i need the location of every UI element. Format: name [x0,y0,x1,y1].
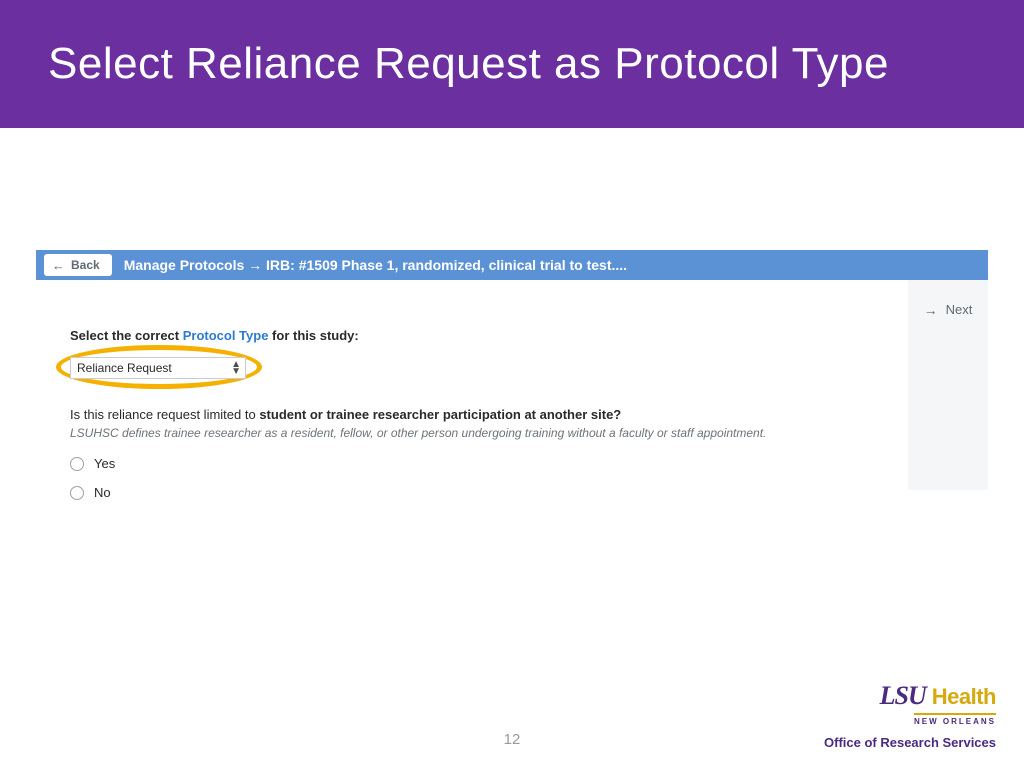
breadcrumb: Manage Protocols → IRB: #1509 Phase 1, r… [124,257,627,273]
health-text: Health [932,684,996,710]
radio-icon [70,457,84,471]
app-body: Select the correct Protocol Type for thi… [36,280,988,544]
radio-yes-label: Yes [94,456,115,471]
next-button[interactable]: → Next [908,280,988,490]
radio-icon [70,486,84,500]
city-text: NEW ORLEANS [914,713,996,726]
reliance-helper-text: LSUHSC defines trainee researcher as a r… [70,426,898,440]
slide-title-bar: Select Reliance Request as Protocol Type [0,0,1024,128]
question-bold: student or trainee researcher participat… [259,407,621,422]
back-button-label: Back [71,258,100,272]
prompt-suffix: for this study: [268,328,358,343]
arrow-right-icon: → [924,302,938,318]
office-text: Office of Research Services [824,735,996,750]
protocol-type-select[interactable]: Reliance Request ▲▼ [70,357,246,379]
protocol-type-select-wrap: Reliance Request ▲▼ [70,357,246,379]
app-screenshot: ← Back Manage Protocols → IRB: #1509 Pha… [36,250,988,544]
app-header: ← Back Manage Protocols → IRB: #1509 Pha… [36,250,988,280]
protocol-type-prompt: Select the correct Protocol Type for thi… [70,328,898,343]
next-button-label: Next [946,302,973,317]
slide-title: Select Reliance Request as Protocol Type [48,39,889,89]
lsu-text: LSU [880,681,926,711]
prompt-prefix: Select the correct [70,328,183,343]
arrow-left-icon: ← [52,259,65,272]
form-area: Select the correct Protocol Type for thi… [36,280,908,544]
protocol-type-link[interactable]: Protocol Type [183,328,269,343]
protocol-type-select-value: Reliance Request [77,361,172,375]
slide: Select Reliance Request as Protocol Type… [0,0,1024,768]
radio-no-label: No [94,485,111,500]
footer-logo: LSU Health NEW ORLEANS Office of Researc… [824,681,996,750]
question-prefix: Is this reliance request limited to [70,407,259,422]
radio-yes[interactable]: Yes [70,456,898,471]
logo-row: LSU Health [824,681,996,711]
back-button[interactable]: ← Back [44,254,112,276]
reliance-question: Is this reliance request limited to stud… [70,407,898,422]
select-caret-icon: ▲▼ [231,361,241,375]
radio-no[interactable]: No [70,485,898,500]
